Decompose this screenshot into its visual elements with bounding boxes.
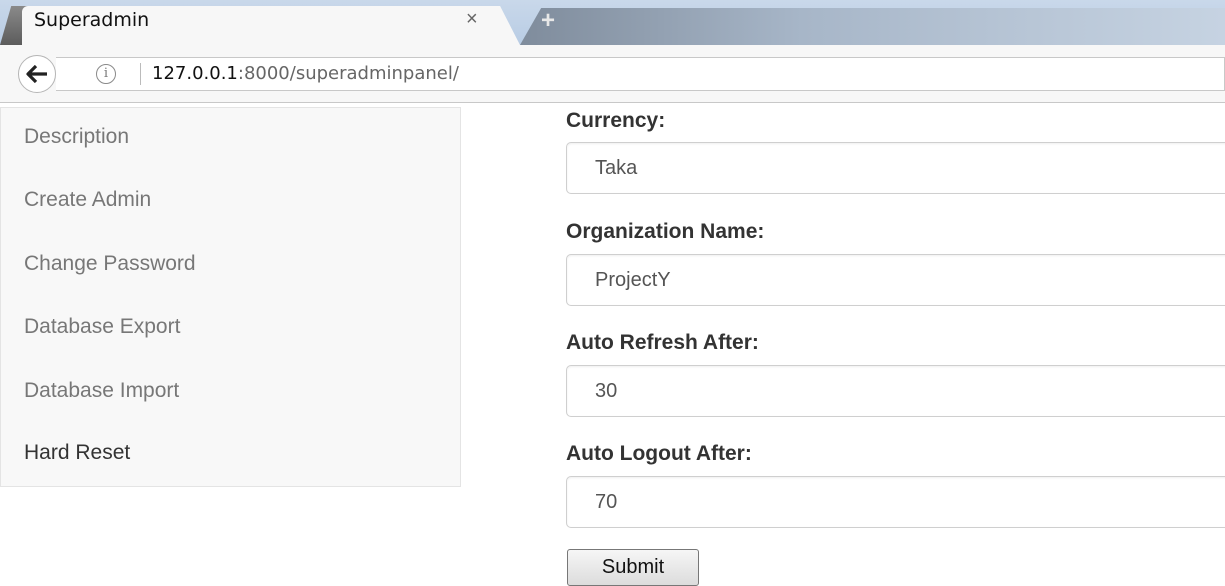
auto-logout-label: Auto Logout After: [566, 442, 752, 465]
url-host: 127.0.0.1 [152, 63, 238, 84]
sidebar-item-description[interactable]: Description [24, 125, 129, 149]
sidebar-item-database-import[interactable]: Database Import [24, 379, 179, 403]
submit-button[interactable]: Submit [567, 549, 699, 586]
info-icon[interactable]: i [96, 64, 116, 84]
sidebar-item-database-export[interactable]: Database Export [24, 315, 180, 339]
currency-label: Currency: [566, 109, 666, 132]
auto-refresh-label: Auto Refresh After: [566, 331, 759, 354]
organization-name-input[interactable] [566, 254, 1225, 306]
sidebar-item-change-password[interactable]: Change Password [24, 252, 196, 276]
url-path: :8000/superadminpanel/ [237, 63, 459, 84]
new-tab-plus-icon[interactable]: + [541, 7, 555, 35]
new-tab-area [520, 8, 1225, 45]
currency-input[interactable] [566, 142, 1225, 194]
back-arrow-icon[interactable] [18, 55, 56, 93]
back-arrow-glyph [26, 65, 47, 83]
sidebar-item-create-admin[interactable]: Create Admin [24, 188, 151, 212]
address-bar[interactable]: i 127.0.0.1:8000/superadminpanel/ [56, 57, 1225, 91]
sidebar-item-hard-reset[interactable]: Hard Reset [24, 441, 130, 465]
close-tab-icon[interactable]: × [466, 8, 478, 31]
sidebar: Description Create Admin Change Password… [0, 107, 461, 487]
url-text[interactable]: 127.0.0.1:8000/superadminpanel/ [152, 63, 459, 84]
url-separator [140, 63, 141, 85]
organization-name-label: Organization Name: [566, 220, 765, 243]
address-bar-row: i 127.0.0.1:8000/superadminpanel/ [0, 45, 1225, 103]
auto-logout-input[interactable] [566, 476, 1225, 528]
tab-title: Superadmin [34, 9, 150, 31]
browser-tab-strip: Superadmin × + [0, 0, 1225, 45]
auto-refresh-input[interactable] [566, 365, 1225, 417]
